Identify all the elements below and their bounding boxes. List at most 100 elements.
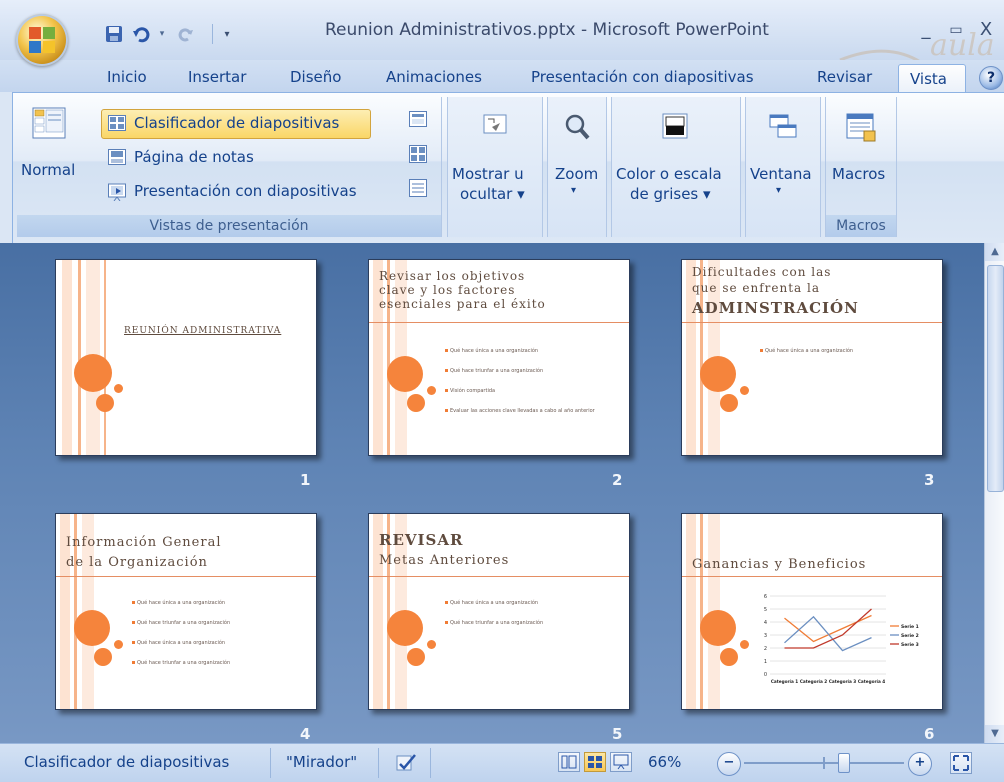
slide-number: 5 — [612, 725, 623, 743]
tab-animaciones[interactable]: Animaciones — [386, 68, 482, 86]
chart-x-tick-label: Categoría 2 — [800, 679, 827, 684]
save-icon[interactable] — [102, 22, 126, 46]
slide-thumbnail[interactable]: REUNIÓN ADMINISTRATIVA — [55, 259, 317, 456]
zoom-out-button[interactable]: − — [717, 752, 741, 776]
qat-separator — [212, 24, 213, 44]
window-title: Reunion Administrativos.pptx - Microsoft… — [325, 20, 769, 40]
handout-master-icon[interactable] — [409, 145, 429, 163]
slide-thumbnail[interactable]: Información General de la Organización Q… — [55, 513, 317, 710]
color-label-2: de grises ▾ — [630, 185, 711, 203]
slide-number: 1 — [300, 471, 311, 489]
undo-dropdown-icon[interactable]: ▾ — [156, 22, 168, 46]
tab-presentacion[interactable]: Presentación con diapositivas — [531, 68, 754, 86]
tab-vista[interactable]: Vista — [898, 64, 966, 95]
slide-thumbnail[interactable]: Dificultades con las que se enfrenta la … — [681, 259, 943, 456]
office-button[interactable] — [16, 14, 68, 66]
office-logo-icon — [29, 27, 55, 53]
status-bar: Clasificador de diapositivas "Mirador" 6… — [0, 743, 1004, 782]
slideshow-label: Presentación con diapositivas — [134, 182, 357, 200]
group-color-grises[interactable]: Color o escala de grises ▾ — [611, 97, 741, 237]
chart-legend-label: Serie 3 — [901, 642, 919, 648]
show-hide-icon — [483, 114, 507, 134]
zoom-label: Zoom — [555, 165, 599, 183]
close-button[interactable]: X — [974, 18, 998, 42]
help-button[interactable]: ? — [979, 66, 1003, 90]
chart-y-tick-label: 6 — [764, 594, 767, 600]
window-icon — [769, 114, 797, 138]
slideshow-view-button[interactable]: Presentación con diapositivas — [101, 179, 391, 205]
show-hide-label-1: Mostrar u — [452, 165, 524, 183]
chart-legend-label: Serie 1 — [901, 624, 919, 630]
normal-view-icon — [32, 107, 66, 139]
slide-bullet: Qué hace triunfar a una organización — [132, 660, 230, 666]
undo-icon[interactable] — [130, 22, 154, 46]
status-view-name: Clasificador de diapositivas — [24, 753, 230, 771]
group-label-vistas: Vistas de presentación — [17, 215, 441, 237]
notes-page-label: Página de notas — [134, 148, 254, 166]
notes-page-button[interactable]: Página de notas — [101, 145, 301, 171]
restore-button[interactable]: ▭ — [944, 18, 968, 42]
scroll-down-icon[interactable]: ▼ — [985, 725, 1004, 743]
color-label-1: Color o escala — [616, 165, 722, 183]
notes-page-icon — [108, 149, 126, 165]
group-vistas-presentacion: Normal Clasificador de diapositivas Pági… — [17, 97, 442, 237]
zoom-slider-thumb[interactable] — [838, 753, 850, 773]
slide-title-line: que se enfrenta la — [692, 281, 821, 295]
macros-icon — [846, 113, 876, 142]
slide-thumbnail[interactable]: REVISAR Metas Anteriores Qué hace única … — [368, 513, 630, 710]
tab-diseno[interactable]: Diseño — [290, 68, 341, 86]
zoom-slider-center-mark — [823, 757, 825, 769]
tab-insertar[interactable]: Insertar — [188, 68, 246, 86]
ribbon-tabs: Inicio Insertar Diseño Animaciones Prese… — [0, 60, 1004, 95]
macros-button[interactable]: Macros — [826, 97, 896, 207]
notes-master-icon[interactable] — [409, 179, 429, 197]
quick-access-toolbar: ▾ ▾ — [92, 22, 242, 48]
slide-line-chart: 0 1 2 3 4 5 6 Categoría 1 Categoría 2 Categoría 3… — [764, 594, 919, 684]
minimize-button[interactable]: _ — [914, 18, 938, 42]
status-theme-name: "Mirador" — [286, 753, 358, 771]
slide-title-line: Información General — [66, 535, 222, 550]
chart-x-tick-label: Categoría 3 — [829, 679, 856, 684]
zoom-level: 66% — [648, 753, 682, 771]
show-hide-label-2: ocultar ▾ — [460, 185, 525, 203]
fit-to-window-icon[interactable] — [950, 752, 972, 774]
normal-view-label: Normal — [21, 161, 76, 179]
scroll-up-icon[interactable]: ▲ — [985, 243, 1004, 261]
slide-title-line: esenciales para el éxito — [379, 297, 546, 311]
group-ventana[interactable]: Ventana ▾ — [745, 97, 821, 237]
zoom-icon — [565, 114, 590, 140]
slide-thumbnail[interactable]: Ganancias y Beneficios 0 1 2 3 4 5 6 Categoría … — [681, 513, 943, 710]
slide-number: 6 — [924, 725, 935, 743]
slide-sorter-pane: REUNIÓN ADMINISTRATIVA 1 Revisar los obj… — [0, 243, 984, 743]
normal-view-button[interactable]: Normal — [19, 101, 77, 187]
redo-icon[interactable] — [174, 22, 198, 46]
slide-sorter-status-button[interactable] — [584, 752, 606, 772]
slide-title-line: de la Organización — [66, 555, 208, 570]
vertical-scrollbar[interactable]: ▲ ▼ — [984, 243, 1004, 743]
chart-y-tick-label: 2 — [764, 646, 767, 652]
slide-bullet: Qué hace única a una organización — [132, 600, 225, 606]
slideshow-status-button[interactable] — [610, 752, 632, 772]
slide-title-line: Ganancias y Beneficios — [692, 557, 867, 572]
slide-sorter-view-button[interactable]: Clasificador de diapositivas — [101, 109, 371, 139]
group-mostrar-ocultar[interactable]: Mostrar u ocultar ▾ — [447, 97, 543, 237]
group-zoom[interactable]: Zoom ▾ — [547, 97, 607, 237]
ribbon: Normal Clasificador de diapositivas Pági… — [12, 92, 1004, 244]
customize-qat-icon[interactable]: ▾ — [220, 22, 234, 46]
slide-bullet: Qué hace triunfar a una organización — [445, 368, 543, 374]
spell-check-icon[interactable] — [395, 752, 419, 774]
scrollbar-thumb[interactable] — [987, 265, 1004, 492]
zoom-in-button[interactable]: + — [908, 752, 932, 776]
window-controls: _ ▭ X — [914, 18, 1004, 44]
slide-number: 4 — [300, 725, 311, 743]
normal-view-status-button[interactable] — [558, 752, 580, 772]
chart-y-tick-label: 5 — [764, 607, 767, 613]
slide-thumbnail[interactable]: Revisar los objetivos clave y los factor… — [368, 259, 630, 456]
chart-x-tick-label: Categoría 1 — [771, 679, 798, 684]
slide-master-icon[interactable] — [409, 111, 429, 129]
tab-inicio[interactable]: Inicio — [107, 68, 147, 86]
tab-revisar[interactable]: Revisar — [817, 68, 872, 86]
slide-title: REUNIÓN ADMINISTRATIVA — [124, 326, 282, 336]
slide-title-line: Revisar los objetivos — [379, 269, 526, 283]
zoom-dropdown-icon: ▾ — [571, 185, 577, 196]
